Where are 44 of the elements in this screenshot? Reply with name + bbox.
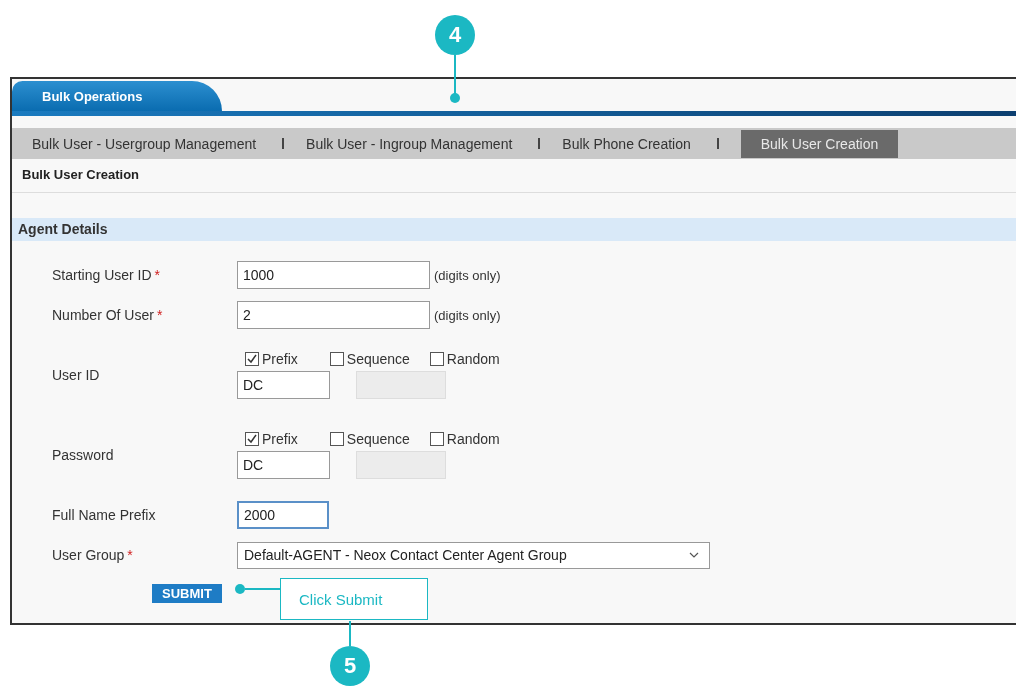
user-group-dropdown[interactable]: Default-AGENT - Neox Contact Center Agent Group [237, 541, 710, 569]
checkbox-label: Sequence [346, 351, 410, 367]
submit-button[interactable]: SUBMIT [152, 583, 222, 603]
section-header: Agent Details [12, 218, 1016, 241]
field-hint: (digits only) [434, 307, 501, 323]
checkbox[interactable] [429, 352, 444, 366]
callout-note: Click Submit [280, 578, 428, 620]
page-title: Bulk User Creation [12, 167, 1016, 193]
chevron-down-icon [689, 552, 699, 558]
bulk-operations-tab[interactable]: Bulk Operations [12, 81, 222, 111]
checkbox[interactable] [329, 352, 344, 366]
prefix-input-field[interactable]: DC [237, 371, 330, 399]
field-label: Starting User ID [52, 267, 152, 283]
required-asterisk: * [156, 307, 163, 323]
checkbox-label: Prefix [262, 431, 298, 447]
sub-navigation-link[interactable]: Bulk Phone Creation [562, 135, 705, 152]
step-badge: 5 [330, 646, 370, 686]
checkbox[interactable] [245, 432, 259, 446]
sub-navigation-link[interactable]: Bulk User - Ingroup Management [306, 135, 527, 152]
checkbox-label: Random [446, 351, 500, 367]
field-label: Full Name Prefix [52, 507, 156, 523]
prefix-input-field[interactable]: DC [237, 451, 330, 479]
required-asterisk: * [154, 267, 161, 283]
checkbox-label: Prefix [262, 351, 298, 367]
checkbox-label: Sequence [346, 431, 410, 447]
checkbox-label: Random [446, 431, 500, 447]
sub-navigation-link[interactable]: Bulk User - Usergroup Management [32, 135, 271, 152]
text-input-field[interactable]: 2 [237, 301, 430, 329]
text-input-field[interactable]: 1000 [237, 261, 430, 289]
field-label: User Group [52, 547, 125, 563]
field-label: Password [52, 447, 114, 463]
checkbox[interactable] [429, 432, 444, 446]
sub-navigation-link[interactable]: Bulk User Creation [740, 129, 899, 158]
field-label: User ID [52, 367, 100, 383]
text-input-field[interactable]: 2000 [237, 501, 329, 529]
required-asterisk: * [127, 547, 133, 563]
callout-pointer [235, 584, 281, 594]
callout-pointer [450, 54, 460, 103]
leader-line [349, 620, 351, 647]
field-hint: (digits only) [434, 267, 501, 283]
checkbox[interactable] [329, 432, 344, 446]
field-label: Number Of User [52, 307, 154, 323]
step-badge: 4 [435, 15, 475, 55]
checkbox[interactable] [245, 352, 259, 366]
